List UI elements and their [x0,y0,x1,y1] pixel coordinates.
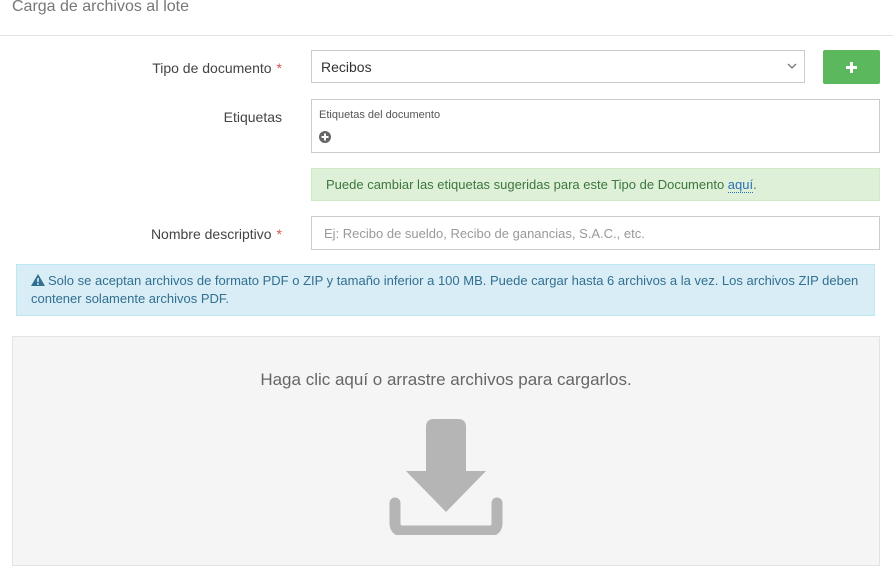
tags-box[interactable]: Etiquetas del documento [311,99,880,153]
tags-notice-suffix: . [753,177,757,192]
file-info-alert: Solo se aceptan archivos de formato PDF … [16,264,875,316]
doc-type-selected-value: Recibos [321,59,372,75]
doc-type-label: Tipo de documento * [100,60,282,76]
tags-notice-text: Puede cambiar las etiquetas sugeridas pa… [326,177,728,192]
tags-label-text: Etiquetas [223,109,282,125]
page-title: Carga de archivos al lote [12,0,189,15]
name-label-text: Nombre descriptivo [150,226,272,242]
warning-icon [31,274,45,286]
chevron-down-icon [787,63,797,69]
file-info-text: Solo se aceptan archivos de formato PDF … [31,273,859,306]
plus-icon [846,61,857,73]
tags-notice-link[interactable]: aquí [727,177,754,193]
download-icon [389,419,503,535]
descriptive-name-input[interactable] [311,216,880,250]
doc-type-label-text: Tipo de documento [152,60,272,76]
panel-header: Carga de archivos al lote [0,0,893,36]
dropzone-text: Haga clic aquí o arrastre archivos para … [260,370,632,389]
add-doc-type-button[interactable] [823,50,880,84]
doc-type-select[interactable]: Recibos [311,50,805,83]
upload-dropzone[interactable]: Haga clic aquí o arrastre archivos para … [12,336,880,566]
tags-label: Etiquetas [100,109,282,125]
tags-notice: Puede cambiar las etiquetas sugeridas pa… [311,168,880,201]
required-mark: * [276,60,282,76]
tags-box-title: Etiquetas del documento [319,109,441,121]
add-circle-icon[interactable] [319,131,331,143]
required-mark: * [276,226,282,242]
name-label: Nombre descriptivo * [100,226,282,242]
